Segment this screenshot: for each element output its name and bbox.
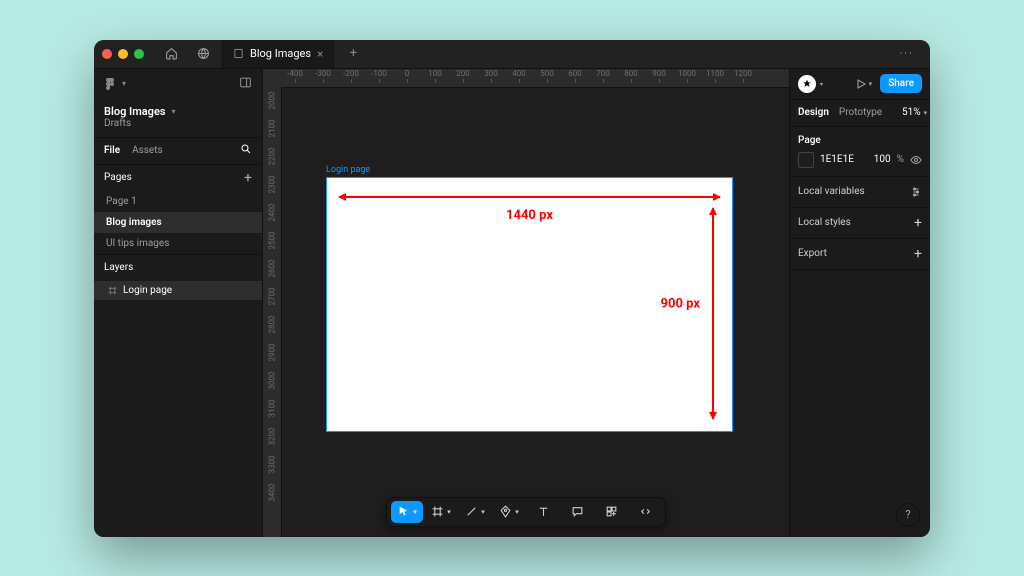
page-item[interactable]: Page 1 bbox=[94, 191, 262, 212]
project-location[interactable]: Drafts bbox=[94, 118, 262, 137]
toolbar: ▾ ▾ ▾ ▾ bbox=[386, 497, 666, 527]
left-sidebar: ▾ Blog Images ▾ Drafts File Assets bbox=[94, 69, 263, 537]
tool-text[interactable] bbox=[527, 501, 559, 523]
tab-blog-images[interactable]: Blog Images × bbox=[222, 40, 334, 68]
frame-icon bbox=[108, 286, 117, 295]
opacity-value[interactable]: 100 bbox=[874, 154, 891, 165]
page-section-heading: Page bbox=[798, 135, 922, 146]
tool-devmode[interactable] bbox=[629, 501, 661, 523]
page-item[interactable]: UI tips images bbox=[94, 233, 262, 254]
plus-icon: + bbox=[914, 246, 922, 262]
traffic-lights bbox=[102, 49, 152, 59]
chevron-down-icon: ▾ bbox=[515, 508, 519, 516]
local-variables-row[interactable]: Local variables bbox=[790, 177, 930, 208]
figma-icon bbox=[104, 78, 116, 90]
frame-label[interactable]: Login page bbox=[326, 165, 370, 175]
canvas-area[interactable]: -400-300-200-100010020030040050060070080… bbox=[263, 69, 789, 537]
figma-logo[interactable]: ▾ bbox=[104, 78, 126, 90]
tool-pen[interactable]: ▾ bbox=[493, 501, 525, 523]
pages-heading: Pages bbox=[104, 172, 132, 183]
frame-login-page[interactable]: 1440 px 900 px bbox=[326, 177, 733, 432]
chevron-down-icon: ▾ bbox=[447, 508, 451, 516]
plus-icon: + bbox=[914, 215, 922, 231]
add-page-button[interactable]: + bbox=[244, 171, 252, 185]
tool-comment[interactable] bbox=[561, 501, 593, 523]
color-hex-value[interactable]: 1E1E1E bbox=[820, 154, 868, 165]
chevron-down-icon: ▾ bbox=[413, 508, 417, 516]
dimension-arrow-vertical bbox=[712, 208, 714, 419]
chevron-down-icon: ▾ bbox=[924, 109, 928, 117]
local-styles-row[interactable]: Local styles + bbox=[790, 208, 930, 239]
ruler-corner bbox=[263, 69, 282, 88]
dimension-arrow-horizontal bbox=[339, 196, 720, 198]
titlebar: Blog Images × + ··· bbox=[94, 40, 930, 69]
minimize-window-icon[interactable] bbox=[118, 49, 128, 59]
tool-move[interactable]: ▾ bbox=[391, 501, 423, 523]
tab-label: Blog Images bbox=[250, 47, 311, 60]
chevron-down-icon: ▾ bbox=[869, 80, 873, 88]
maximize-window-icon[interactable] bbox=[134, 49, 144, 59]
panel-toggle-icon[interactable] bbox=[239, 76, 252, 92]
chevron-down-icon: ▾ bbox=[122, 79, 126, 88]
tool-widget[interactable] bbox=[595, 501, 627, 523]
layer-item[interactable]: Login page bbox=[94, 281, 262, 300]
chevron-down-icon[interactable]: ▾ bbox=[172, 107, 176, 116]
present-button[interactable]: ▾ bbox=[855, 78, 873, 90]
canvas[interactable]: Login page 1440 px 900 px bbox=[281, 87, 789, 537]
page-section: Page 1E1E1E 100 % bbox=[790, 127, 930, 177]
dimension-label-width: 1440 px bbox=[506, 208, 553, 223]
zoom-control[interactable]: 51% ▾ bbox=[902, 107, 927, 118]
ruler-left: 2000210022002300240025002600270028002900… bbox=[263, 87, 282, 537]
more-menu[interactable]: ··· bbox=[891, 47, 922, 60]
page-background-color[interactable]: 1E1E1E 100 % bbox=[798, 152, 922, 168]
right-sidebar: ▾ ▾ Share Design Prototype 51% ▾ Pag bbox=[789, 69, 930, 537]
search-icon[interactable] bbox=[240, 143, 252, 158]
color-swatch[interactable] bbox=[798, 152, 814, 168]
tool-line[interactable]: ▾ bbox=[459, 501, 491, 523]
tool-frame[interactable]: ▾ bbox=[425, 501, 457, 523]
home-button[interactable] bbox=[158, 40, 184, 68]
plugin-icon bbox=[802, 79, 812, 89]
file-icon bbox=[233, 48, 244, 59]
profile-button[interactable]: ▾ bbox=[798, 75, 816, 93]
share-button[interactable]: Share bbox=[880, 74, 922, 93]
tab-assets[interactable]: Assets bbox=[132, 145, 163, 156]
settings-icon bbox=[910, 186, 922, 198]
opacity-unit: % bbox=[897, 154, 904, 165]
project-name[interactable]: Blog Images bbox=[104, 105, 166, 118]
close-window-icon[interactable] bbox=[102, 49, 112, 59]
tab-file[interactable]: File bbox=[104, 145, 120, 156]
tab-prototype[interactable]: Prototype bbox=[839, 107, 882, 118]
tab-close-icon[interactable]: × bbox=[317, 47, 323, 61]
chevron-down-icon: ▾ bbox=[481, 508, 485, 516]
ruler-top: -400-300-200-100010020030040050060070080… bbox=[281, 69, 789, 88]
page-item[interactable]: Blog images bbox=[94, 212, 262, 233]
figma-window: Blog Images × + ··· ▾ Blog Images ▾ bbox=[94, 40, 930, 537]
tab-design[interactable]: Design bbox=[798, 107, 829, 118]
community-button[interactable] bbox=[190, 40, 216, 68]
dimension-label-height: 900 px bbox=[661, 297, 700, 312]
help-button[interactable]: ? bbox=[896, 503, 920, 527]
layers-heading: Layers bbox=[104, 262, 133, 273]
visibility-toggle-icon[interactable] bbox=[910, 154, 922, 166]
export-row[interactable]: Export + bbox=[790, 239, 930, 270]
chevron-down-icon: ▾ bbox=[820, 81, 823, 88]
new-tab-button[interactable]: + bbox=[340, 40, 366, 68]
